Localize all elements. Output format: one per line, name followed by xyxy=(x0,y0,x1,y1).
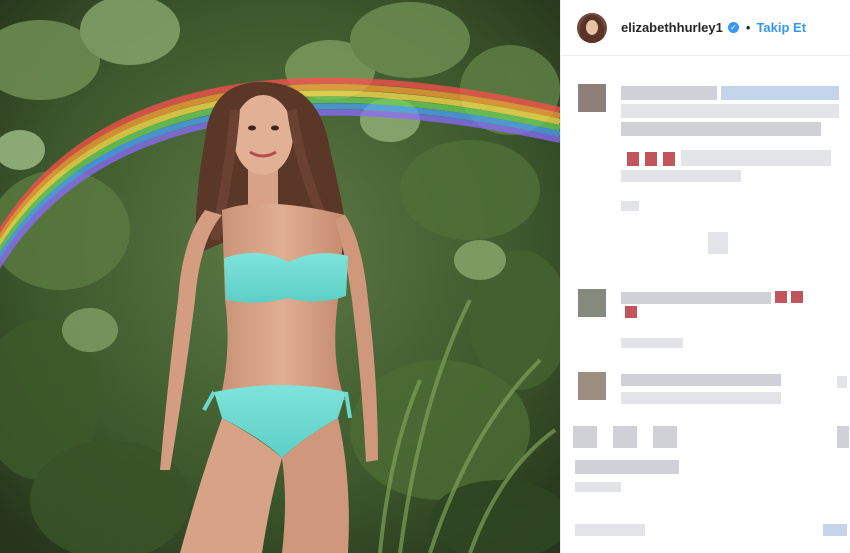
like-icon[interactable] xyxy=(573,426,597,448)
post-photo[interactable] xyxy=(0,0,560,553)
comment-text-blurred xyxy=(621,122,821,136)
verified-check-icon: ✓ xyxy=(727,22,739,33)
comment-like-icon[interactable] xyxy=(837,376,847,388)
comment-meta-blurred xyxy=(621,338,683,348)
post-comment-button-blurred[interactable] xyxy=(823,524,847,536)
comment-text-blurred xyxy=(621,374,781,386)
comments-panel: elizabethhurley1 ✓ • Takip Et xyxy=(560,0,850,553)
photo-illustration xyxy=(0,0,560,553)
avatar-face xyxy=(586,19,598,35)
comment-emoji-blurred xyxy=(625,306,637,318)
comment-icon[interactable] xyxy=(613,426,637,448)
comment-emoji-blurred xyxy=(775,291,787,303)
comment-meta-blurred xyxy=(621,201,639,211)
share-icon[interactable] xyxy=(653,426,677,448)
comment-text-blurred xyxy=(621,86,717,100)
comment-input-placeholder-blurred[interactable] xyxy=(575,524,645,536)
likes-count-blurred xyxy=(575,460,679,474)
comment-text-blurred xyxy=(621,170,741,182)
comment-emoji-blurred xyxy=(791,291,803,303)
comment-avatar[interactable] xyxy=(578,372,606,400)
comment-avatar[interactable] xyxy=(578,289,606,317)
comment-text-blurred xyxy=(681,150,831,166)
comment-text-blurred xyxy=(621,392,781,404)
post-date-blurred xyxy=(575,482,621,492)
comment-avatar[interactable] xyxy=(578,84,606,112)
save-icon[interactable] xyxy=(837,426,849,448)
follow-button[interactable]: Takip Et xyxy=(756,20,806,35)
comment-emoji-blurred xyxy=(645,152,657,166)
separator-dot: • xyxy=(745,20,751,35)
comment-text-blurred xyxy=(621,104,839,118)
comment-text-blurred xyxy=(621,292,771,304)
instagram-post: elizabethhurley1 ✓ • Takip Et xyxy=(0,0,850,553)
comment-emoji-blurred xyxy=(663,152,675,166)
comment-text-blurred xyxy=(721,86,839,100)
username-link[interactable]: elizabethhurley1 xyxy=(621,20,723,35)
post-header: elizabethhurley1 ✓ • Takip Et xyxy=(561,0,850,56)
comment-emoji-blurred xyxy=(627,152,639,166)
load-more-icon[interactable] xyxy=(708,232,728,254)
profile-avatar[interactable] xyxy=(577,12,607,43)
